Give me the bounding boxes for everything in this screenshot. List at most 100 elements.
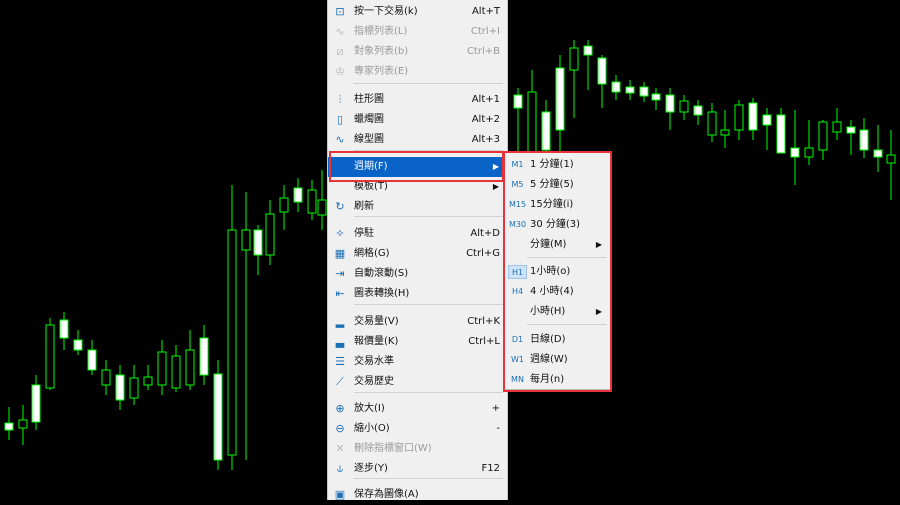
menu-item-label: 模板(T) (354, 181, 388, 192)
menu-item-label: 按一下交易(k) (354, 6, 418, 17)
candle-body-46 (818, 121, 828, 151)
candle-body-50 (873, 149, 883, 158)
volumes-icon: ▂ (335, 315, 345, 328)
period-item-3[interactable]: M30 30 分鐘(3) (505, 215, 610, 235)
menu-item-shortcut: Alt+D (470, 228, 500, 239)
menu-item-label: 縮小(O) (354, 423, 390, 434)
candle-body-37 (693, 105, 703, 116)
candle-body-12 (171, 355, 181, 389)
submenu-arrow-icon: ▶ (595, 307, 602, 316)
menu-item-label: 網格(G) (354, 248, 390, 259)
candle-body-4 (59, 319, 69, 339)
candle-body-42 (762, 114, 772, 126)
menu-item-shortcut: Alt+3 (471, 134, 500, 145)
menu-item-18[interactable]: ⊕ 放大(I) + (328, 399, 507, 419)
period-tag: H1 (508, 265, 527, 279)
menu-separator (354, 83, 503, 84)
periods-submenu: M1 1 分鐘(1) M5 5 分鐘(5) M15 15分鐘(i) M30 30 分鐘(3) 分… (504, 152, 611, 390)
menu-item-21[interactable]: ⫝ 逐步(Y) F12 (328, 459, 507, 479)
menu-item-shortcut: F12 (481, 463, 500, 474)
candle-body-3 (45, 324, 55, 389)
menu-item-label: 刪除指標窗口(W) (354, 443, 432, 454)
menu-item-label: 停駐 (354, 228, 374, 239)
menu-item-19[interactable]: ⊖ 縮小(O) - (328, 419, 507, 439)
candle-body-38 (707, 111, 717, 136)
menu-item-7[interactable]: 週期(F) ▶ (328, 157, 507, 177)
period-tag: D1 (511, 335, 524, 344)
period-item-8[interactable]: D1 日線(D) (505, 330, 610, 350)
menu-item-label: 報價量(K) (354, 336, 399, 347)
menu-item-5[interactable]: ▯ 蠟燭圖 Alt+2 (328, 110, 507, 130)
menu-item-label: 交易水準 (354, 356, 394, 367)
menu-item-13[interactable]: ⇤ 圖表轉換(H) (328, 284, 507, 304)
period-item-9[interactable]: W1 週線(W) (505, 350, 610, 370)
period-item-6[interactable]: H4 4 小時(4) (505, 282, 610, 302)
menu-item-shortcut: Alt+2 (471, 114, 500, 125)
period-item-1[interactable]: M5 5 分鐘(5) (505, 175, 610, 195)
period-label: 30 分鐘(3) (530, 219, 581, 230)
menu-item-1[interactable]: ∿ 指標列表(L) Ctrl+I (328, 22, 507, 42)
period-item-10[interactable]: MN 每月(n) (505, 370, 610, 390)
candle-body-30 (597, 57, 607, 85)
candle-body-7 (101, 369, 111, 386)
menu-separator (354, 392, 503, 393)
experts-list-icon: ♔ (335, 65, 345, 78)
period-tag: W1 (511, 355, 524, 364)
candle-body-48 (846, 126, 856, 134)
menu-item-label: 交易量(V) (354, 316, 399, 327)
menu-item-4[interactable]: ⫶ 柱形圖 Alt+1 (328, 90, 507, 110)
menu-item-12[interactable]: ⇥ 自動滾動(S) (328, 264, 507, 284)
menu-item-8[interactable]: 模板(T) ▶ (328, 177, 507, 197)
submenu-arrow-icon: ▶ (595, 240, 602, 249)
menu-item-label: 交易歷史 (354, 376, 394, 387)
menu-item-6[interactable]: ∿ 線型圖 Alt+3 (328, 130, 507, 150)
menu-item-label: 對象列表(b) (354, 46, 409, 57)
period-item-5[interactable]: H1 1小時(o) (505, 262, 610, 282)
indicators-list-icon: ∿ (335, 25, 345, 38)
refresh-icon: ↻ (335, 200, 345, 213)
period-item-2[interactable]: M15 15分鐘(i) (505, 195, 610, 215)
period-item-0[interactable]: M1 1 分鐘(1) (505, 155, 610, 175)
period-item-4[interactable]: 分鐘(M) ▶ (505, 235, 610, 255)
candle-body-19 (265, 213, 275, 256)
menu-item-9[interactable]: ↻ 刷新 (328, 197, 507, 217)
menu-item-2[interactable]: ⧄ 對象列表(b) Ctrl+B (328, 42, 507, 62)
candle-body-29 (583, 45, 593, 56)
candle-body-32 (625, 86, 635, 94)
chart-shift-icon: ⇤ (335, 287, 345, 300)
candle-body-47 (832, 121, 842, 133)
menu-item-label: 圖表轉換(H) (354, 288, 410, 299)
candle-body-40 (734, 104, 744, 131)
bar-chart-icon: ⫶ (338, 93, 342, 106)
menu-item-label: 週期(F) (354, 161, 388, 172)
step-by-step-icon: ⫝ (336, 462, 344, 475)
menu-item-20[interactable]: ✕ 刪除指標窗口(W) (328, 439, 507, 459)
menu-item-3[interactable]: ♔ 專家列表(E) (328, 62, 507, 82)
menu-item-16[interactable]: ☰ 交易水準 (328, 352, 507, 372)
candle-body-10 (143, 376, 153, 386)
candle-body-23 (317, 199, 327, 216)
period-item-7[interactable]: 小時(H) ▶ (505, 302, 610, 322)
menu-item-15[interactable]: ▃ 報價量(K) Ctrl+L (328, 332, 507, 352)
menu-separator (354, 304, 503, 305)
submenu-separator (527, 324, 606, 325)
submenu-arrow-icon: ▶ (492, 182, 499, 191)
period-tag: H4 (511, 287, 524, 296)
menu-item-14[interactable]: ▂ 交易量(V) Ctrl+K (328, 312, 507, 332)
menu-item-0[interactable]: ⊡ 按一下交易(k) Alt+T (328, 2, 507, 22)
candle-body-5 (73, 339, 83, 351)
menu-item-label: 放大(I) (354, 403, 385, 414)
period-tag: M15 (508, 200, 527, 209)
menu-item-11[interactable]: ▦ 網格(G) Ctrl+G (328, 244, 507, 264)
candle-body-24 (513, 94, 523, 109)
one-click-trading-icon: ⊡ (335, 5, 345, 18)
menu-item-10[interactable]: ✧ 停駐 Alt+D (328, 224, 507, 244)
trade-history-icon: ⟋ (336, 375, 344, 388)
candle-body-0 (4, 422, 14, 431)
candle-body-6 (87, 349, 97, 371)
menu-item-22[interactable]: ▣ 保存為圖像(A) (328, 485, 507, 505)
candle-body-28 (569, 47, 579, 71)
candle-body-39 (720, 129, 730, 136)
candle-body-49 (859, 129, 869, 151)
menu-item-17[interactable]: ⟋ 交易歷史 (328, 372, 507, 392)
